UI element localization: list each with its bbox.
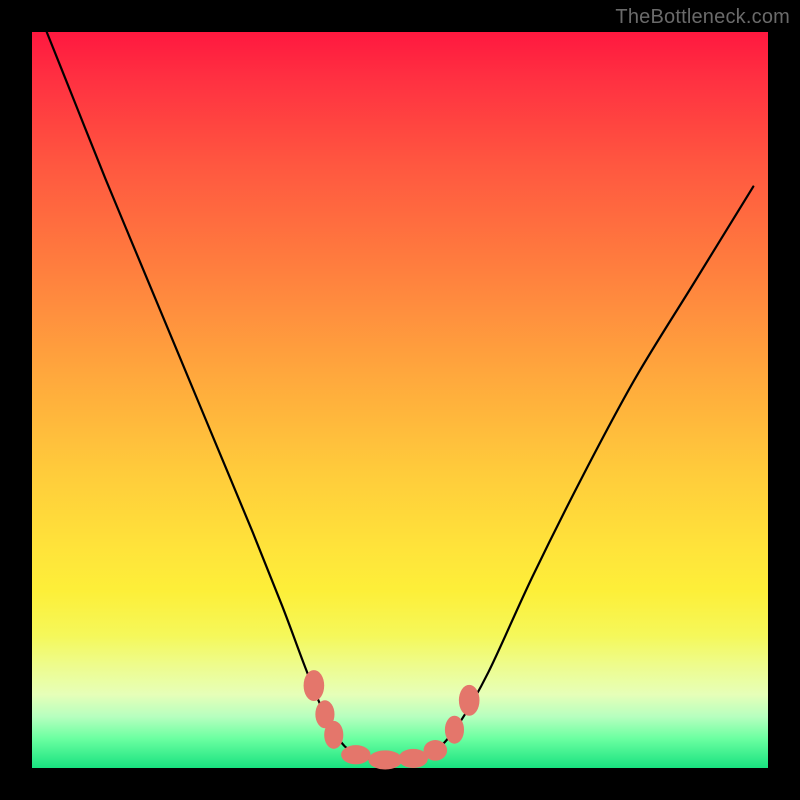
watermark-text: TheBottleneck.com [615, 6, 790, 29]
curve-bead [424, 740, 448, 761]
curve-bead [341, 745, 370, 764]
curve-bead [459, 685, 480, 716]
curve-bead [304, 670, 325, 701]
curve-bead [399, 749, 428, 768]
curve-beads [304, 670, 480, 769]
curve-layer [32, 32, 768, 768]
curve-bead [445, 716, 464, 744]
bottleneck-chart [32, 32, 768, 768]
curve-bead [368, 750, 402, 769]
curve-bead [324, 721, 343, 749]
bottleneck-curve-path [47, 32, 754, 761]
